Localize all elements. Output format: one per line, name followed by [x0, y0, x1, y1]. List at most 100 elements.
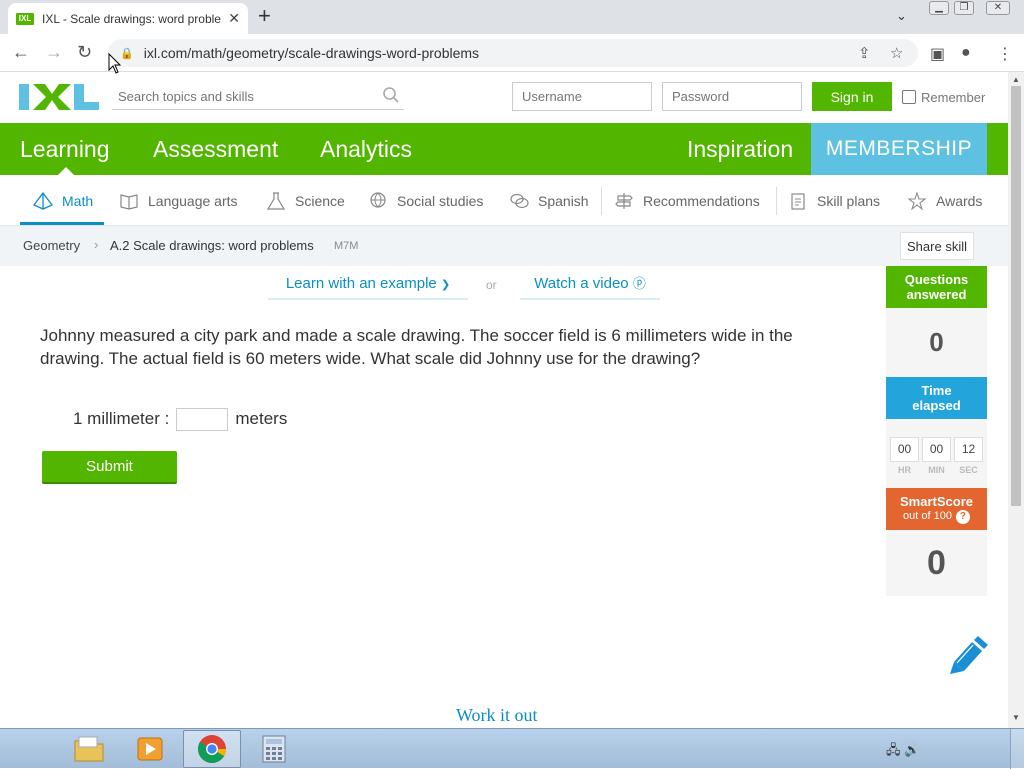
forward-icon[interactable]: → [45, 42, 63, 62]
subject-nav-divider [776, 187, 777, 215]
skill-code: M7M [334, 240, 359, 252]
taskbar-media-player[interactable] [121, 730, 179, 768]
time-elapsed-header: Time elapsed [886, 377, 987, 419]
nav-active-caret [58, 167, 74, 175]
minimize-icon[interactable]: ▁ [929, 1, 949, 15]
subject-tab-recommendations[interactable]: Recommendations [614, 192, 760, 210]
globe-icon [370, 192, 386, 208]
url-text: ixl.com/math/geometry/scale-drawings-wor… [143, 45, 480, 61]
tab-close-icon[interactable]: ✕ [228, 10, 240, 27]
profile-avatar-icon[interactable]: ● [961, 44, 971, 62]
breadcrumb-subject-link[interactable]: Geometry [23, 238, 80, 253]
page-scrollbar[interactable]: ▲ ▼ [1008, 72, 1024, 728]
subject-tab-label: Skill plans [817, 193, 881, 209]
back-icon[interactable]: ← [12, 42, 30, 62]
nav-inspiration[interactable]: Inspiration [687, 136, 793, 163]
pencil-icon[interactable] [948, 636, 988, 674]
learn-options: Learn with an example ❯ or Watch a video… [268, 270, 660, 302]
subject-nav: Math Language arts Science Social studie… [0, 175, 1008, 226]
chrome-icon [198, 735, 226, 763]
taskbar-file-explorer[interactable] [60, 730, 118, 768]
bookmark-star-icon[interactable]: ☆ [890, 44, 903, 62]
share-skill-button[interactable]: Share skill [900, 232, 974, 260]
taskbar: 🖧 🔊 [0, 728, 1024, 769]
tab-search-chevron-icon[interactable]: ⌄ [896, 8, 907, 24]
answer-input[interactable] [176, 407, 229, 431]
mouse-cursor-icon [108, 53, 122, 74]
subject-tab-skill-plans[interactable]: Skill plans [788, 192, 880, 210]
lock-icon[interactable]: 🔒 [120, 47, 134, 60]
subject-tab-science[interactable]: Science [266, 192, 345, 210]
username-field[interactable] [512, 82, 652, 111]
time-elapsed-label: Time elapsed [912, 383, 961, 413]
subject-tab-label: Math [62, 193, 94, 209]
subject-tab-label: Awards [936, 193, 983, 209]
nav-analytics[interactable]: Analytics [320, 136, 412, 163]
watch-video-button[interactable]: Watch a video ⓟ [520, 270, 660, 300]
nav-learning[interactable]: Learning [20, 136, 110, 163]
remember-checkbox[interactable] [902, 90, 916, 104]
subject-tab-math[interactable]: Math [33, 192, 93, 210]
subject-tab-label: Language arts [148, 193, 238, 209]
taskbar-calculator[interactable] [245, 730, 303, 768]
reload-icon[interactable]: ↻ [77, 42, 92, 62]
scroll-thumb[interactable] [1011, 86, 1021, 506]
smartscore-label: SmartScore [900, 494, 973, 509]
scroll-down-arrow-icon[interactable]: ▼ [1012, 713, 1020, 722]
ixl-logo[interactable] [19, 82, 99, 112]
questions-answered-value: 0 [886, 308, 987, 377]
submit-button[interactable]: Submit [42, 451, 177, 484]
math-pyramid-icon [33, 192, 53, 210]
ixl-header: Sign in Remember [0, 72, 1008, 123]
share-page-icon[interactable]: ⇪ [858, 44, 871, 62]
browser-tab[interactable]: IXL IXL - Scale drawings: word proble ✕ [8, 3, 248, 34]
clipboard-icon [791, 193, 805, 210]
flask-icon [266, 192, 286, 210]
help-circle-icon[interactable]: ? [955, 509, 970, 524]
nav-membership[interactable]: MEMBERSHIP [811, 123, 987, 175]
new-tab-icon[interactable]: + [258, 5, 271, 27]
restore-icon[interactable]: ❐ [954, 1, 974, 15]
nav-assessment[interactable]: Assessment [153, 136, 278, 163]
answer-suffix: meters [235, 409, 288, 428]
calculator-icon [262, 735, 286, 763]
network-icon[interactable]: 🖧 [886, 742, 901, 757]
browser-tab-strip: IXL IXL - Scale drawings: word proble ✕ … [0, 0, 1024, 34]
search-icon[interactable] [382, 86, 400, 104]
subject-tab-awards[interactable]: Awards [907, 192, 982, 210]
subject-tab-label: Spanish [538, 193, 589, 209]
tab-title: IXL - Scale drawings: word proble [42, 11, 221, 26]
subject-nav-divider [601, 187, 602, 215]
subject-tab-social-studies[interactable]: Social studies [368, 192, 483, 210]
taskbar-chrome[interactable] [183, 730, 241, 768]
smartscore-sub-label: out of 100 [903, 510, 952, 522]
timer-hours-label: HR [898, 465, 911, 475]
or-text: or [486, 278, 497, 292]
timer-minutes: 00 [922, 437, 951, 462]
subject-tab-label: Social studies [397, 193, 484, 209]
subject-tab-language-arts[interactable]: Language arts [119, 192, 238, 210]
answer-row: 1 millimeter : meters [73, 407, 287, 431]
speech-bubbles-icon [510, 193, 529, 209]
questions-answered-header: Questions answered [886, 266, 987, 308]
side-panel-icon[interactable]: ▣ [930, 44, 945, 64]
search-input[interactable] [112, 84, 404, 110]
password-field[interactable] [662, 82, 802, 111]
timer-minutes-label: MIN [928, 465, 945, 475]
learn-with-example-button[interactable]: Learn with an example ❯ [268, 270, 468, 300]
volume-icon[interactable]: 🔊 [904, 742, 920, 757]
address-bar[interactable]: 🔒 ixl.com/math/geometry/scale-drawings-w… [108, 39, 918, 67]
question-text: Johnny measured a city park and made a s… [40, 326, 793, 368]
scroll-up-arrow-icon[interactable]: ▲ [1012, 75, 1020, 84]
show-desktop-button[interactable] [1010, 729, 1024, 769]
sign-in-button[interactable]: Sign in [812, 82, 892, 111]
subject-tab-label: Science [295, 193, 345, 209]
remember-label: Remember [921, 90, 986, 105]
smartscore-header: SmartScore out of 100 ? [886, 488, 987, 530]
subject-tab-spanish[interactable]: Spanish [509, 192, 589, 210]
award-icon [907, 192, 927, 210]
signpost-icon [615, 193, 633, 209]
smartscore-value: 0 [886, 530, 987, 596]
window-close-icon[interactable]: ✕ [986, 1, 1010, 15]
browser-menu-icon[interactable]: ⋮ [997, 44, 1013, 64]
